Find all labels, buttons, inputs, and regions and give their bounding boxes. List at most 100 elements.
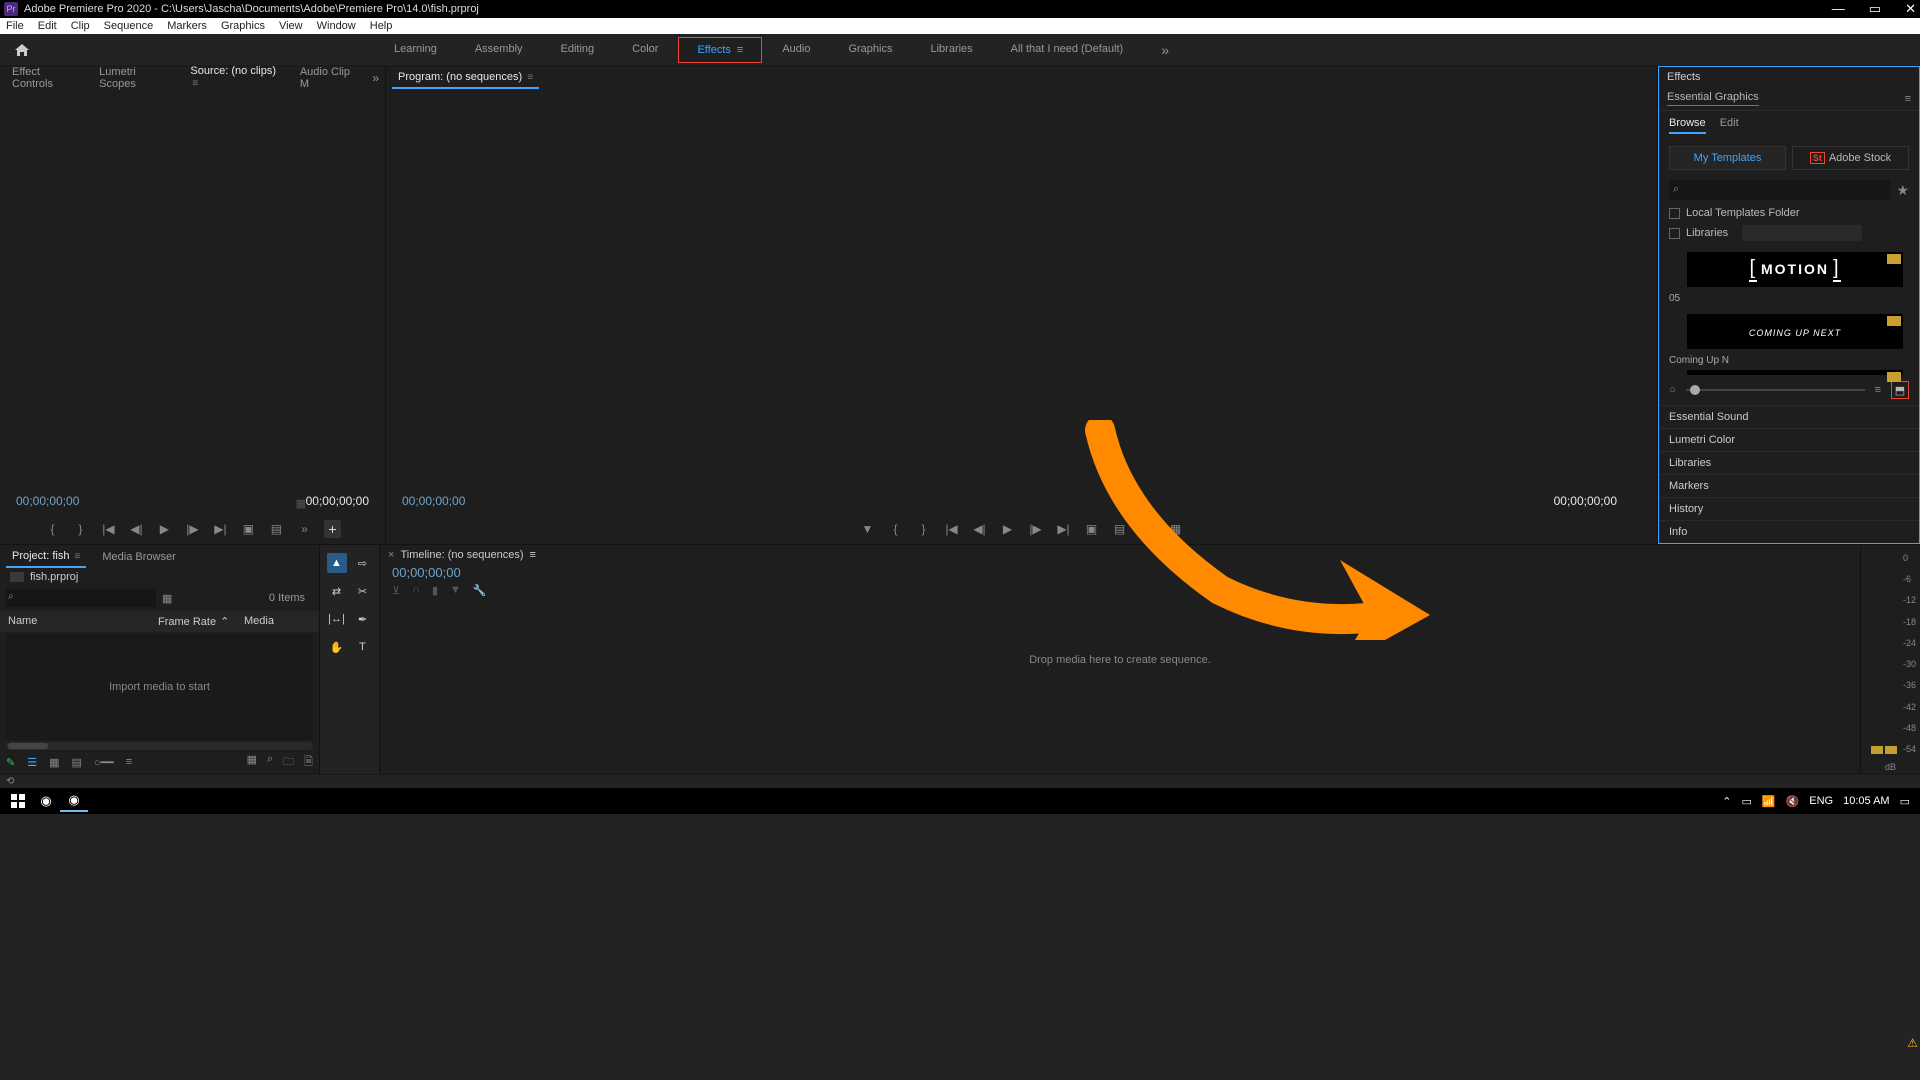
slider-track[interactable] — [1686, 389, 1865, 391]
source-tabs-overflow-icon[interactable]: » — [372, 71, 379, 85]
tab-program[interactable]: Program: (no sequences) ≡ — [392, 67, 539, 89]
workspace-graphics[interactable]: Graphics — [830, 37, 910, 63]
start-button[interactable] — [4, 790, 32, 812]
effects-tab[interactable]: Effects — [1659, 67, 1919, 87]
menu-view[interactable]: View — [279, 20, 303, 32]
panel-essential-sound[interactable]: Essential Sound — [1659, 405, 1919, 428]
workspace-color[interactable]: Color — [614, 37, 676, 63]
timeline-drop-hint[interactable]: Drop media here to create sequence. — [1029, 654, 1211, 666]
menu-window[interactable]: Window — [317, 20, 356, 32]
find-icon[interactable]: ⌕ — [267, 753, 273, 772]
timeline-tab[interactable]: Timeline: (no sequences) — [400, 549, 523, 561]
go-out-icon[interactable]: ▶| — [212, 522, 228, 536]
play-icon[interactable]: ▶ — [1000, 522, 1016, 536]
new-bin-icon[interactable]: 🗀 — [283, 753, 294, 772]
source-timecode-left[interactable]: 00;00;00;00 — [16, 494, 79, 508]
maximize-button[interactable]: ▭ — [1869, 1, 1881, 17]
col-media[interactable]: Media — [244, 615, 311, 628]
resolution-icon[interactable]: ↔ — [314, 497, 325, 510]
check-local-templates[interactable]: Local Templates Folder — [1659, 204, 1919, 222]
libraries-dropdown[interactable] — [1742, 225, 1862, 241]
tab-menu-icon[interactable]: ≡ — [75, 551, 81, 562]
overwrite-icon[interactable]: ▤ — [268, 522, 284, 536]
freeform-view-icon[interactable]: ▤ — [72, 756, 82, 769]
extract-icon[interactable]: ▤ — [1112, 522, 1128, 536]
menu-markers[interactable]: Markers — [167, 20, 207, 32]
volume-icon[interactable]: 🔇 — [1786, 795, 1800, 808]
panel-history[interactable]: History — [1659, 497, 1919, 520]
slider-knob[interactable] — [1690, 385, 1700, 395]
mark-out-icon[interactable]: } — [72, 522, 88, 536]
workspace-effects[interactable]: Effects≡ — [678, 37, 762, 63]
export-frame-icon[interactable]: 📷 — [1140, 522, 1156, 536]
eg-tab-edit[interactable]: Edit — [1720, 117, 1739, 134]
workspace-libraries[interactable]: Libraries — [912, 37, 990, 63]
eg-search-input[interactable] — [1669, 180, 1890, 200]
workspace-assembly[interactable]: Assembly — [457, 37, 541, 63]
automate-icon[interactable]: ▦ — [247, 753, 257, 772]
marker-icon[interactable]: ▮ — [432, 584, 438, 597]
close-seq-icon[interactable]: × — [388, 549, 394, 561]
home-button[interactable] — [8, 40, 36, 60]
zoom-slider[interactable]: ○━━ — [94, 756, 114, 769]
menu-file[interactable]: File — [6, 20, 24, 32]
lift-icon[interactable]: ▣ — [1084, 522, 1100, 536]
project-hscroll[interactable] — [6, 742, 313, 750]
col-name[interactable]: Name — [8, 615, 158, 628]
add-marker-icon[interactable]: ▼ — [450, 584, 461, 597]
new-item-icon[interactable]: 🗎 — [304, 753, 313, 772]
tab-menu-icon[interactable]: ≡ — [192, 78, 198, 89]
panel-libraries[interactable]: Libraries — [1659, 451, 1919, 474]
tab-menu-icon[interactable]: ≡ — [527, 72, 533, 83]
icon-view-icon[interactable]: ▦ — [49, 756, 59, 769]
fit-icon[interactable]: ▦ — [296, 497, 306, 510]
workspace-editing[interactable]: Editing — [543, 37, 613, 63]
new-bin-search-icon[interactable]: ▦ — [162, 592, 172, 605]
menu-edit[interactable]: Edit — [38, 20, 57, 32]
template-thumb-motion[interactable]: MOTION — [1687, 252, 1903, 287]
tab-media-browser[interactable]: Media Browser — [96, 547, 181, 567]
project-search-input[interactable] — [6, 589, 156, 607]
go-in-icon[interactable]: |◀ — [944, 522, 960, 536]
wifi-icon[interactable]: 📶 — [1762, 795, 1776, 808]
ripple-tool[interactable]: ⇄ — [327, 581, 347, 601]
timeline-timecode[interactable]: 00;00;00;00 — [380, 565, 1860, 580]
notifications-icon[interactable]: ▭ — [1900, 795, 1910, 808]
menu-help[interactable]: Help — [370, 20, 393, 32]
snap-icon[interactable]: ⊻ — [392, 584, 400, 597]
essential-graphics-tab[interactable]: Essential Graphics — [1667, 91, 1759, 106]
step-fwd-icon[interactable]: |▶ — [184, 522, 200, 536]
go-in-icon[interactable]: |◀ — [100, 522, 116, 536]
workspace-learning[interactable]: Learning — [376, 37, 455, 63]
program-timecode-left[interactable]: 00;00;00;00 — [402, 494, 465, 508]
firefox-icon[interactable]: ◉ — [32, 790, 60, 812]
pen-tool[interactable]: ✒ — [353, 609, 373, 629]
tab-project[interactable]: Project: fish ≡ — [6, 546, 86, 568]
write-mode-icon[interactable]: ✎ — [6, 756, 15, 769]
cat-adobe-stock[interactable]: StAdobe Stock — [1792, 146, 1909, 170]
project-empty-hint[interactable]: Import media to start — [6, 634, 313, 740]
tab-menu-icon[interactable]: ≡ — [530, 549, 536, 561]
clock[interactable]: 10:05 AM — [1843, 795, 1889, 807]
cat-my-templates[interactable]: My Templates — [1669, 146, 1786, 170]
col-framerate[interactable]: Frame Rate⌃ — [158, 615, 244, 628]
eg-tab-browse[interactable]: Browse — [1669, 117, 1706, 134]
settings-icon[interactable]: 🔧 — [473, 584, 487, 597]
step-back-icon[interactable]: ◀| — [128, 522, 144, 536]
panel-menu-icon[interactable]: ≡ — [1905, 93, 1911, 105]
razor-tool[interactable]: ✂ — [353, 581, 373, 601]
menu-clip[interactable]: Clip — [71, 20, 90, 32]
mark-out-icon[interactable]: } — [916, 522, 932, 536]
workspace-audio[interactable]: Audio — [764, 37, 828, 63]
hand-tool[interactable]: ✋ — [327, 637, 347, 657]
workspace-default[interactable]: All that I need (Default) — [993, 37, 1142, 63]
go-out-icon[interactable]: ▶| — [1056, 522, 1072, 536]
list-view-icon[interactable]: ☰ — [27, 756, 37, 769]
template-thumb-comingup[interactable]: COMING UP NEXT — [1687, 314, 1903, 349]
track-select-tool[interactable]: ⇨ — [353, 553, 373, 573]
language-indicator[interactable]: ENG — [1809, 795, 1833, 807]
export-frame-icon[interactable]: » — [296, 522, 312, 536]
menu-graphics[interactable]: Graphics — [221, 20, 265, 32]
marker-icon[interactable]: ▼ — [860, 522, 876, 536]
template-thumb-partial[interactable] — [1687, 370, 1903, 375]
